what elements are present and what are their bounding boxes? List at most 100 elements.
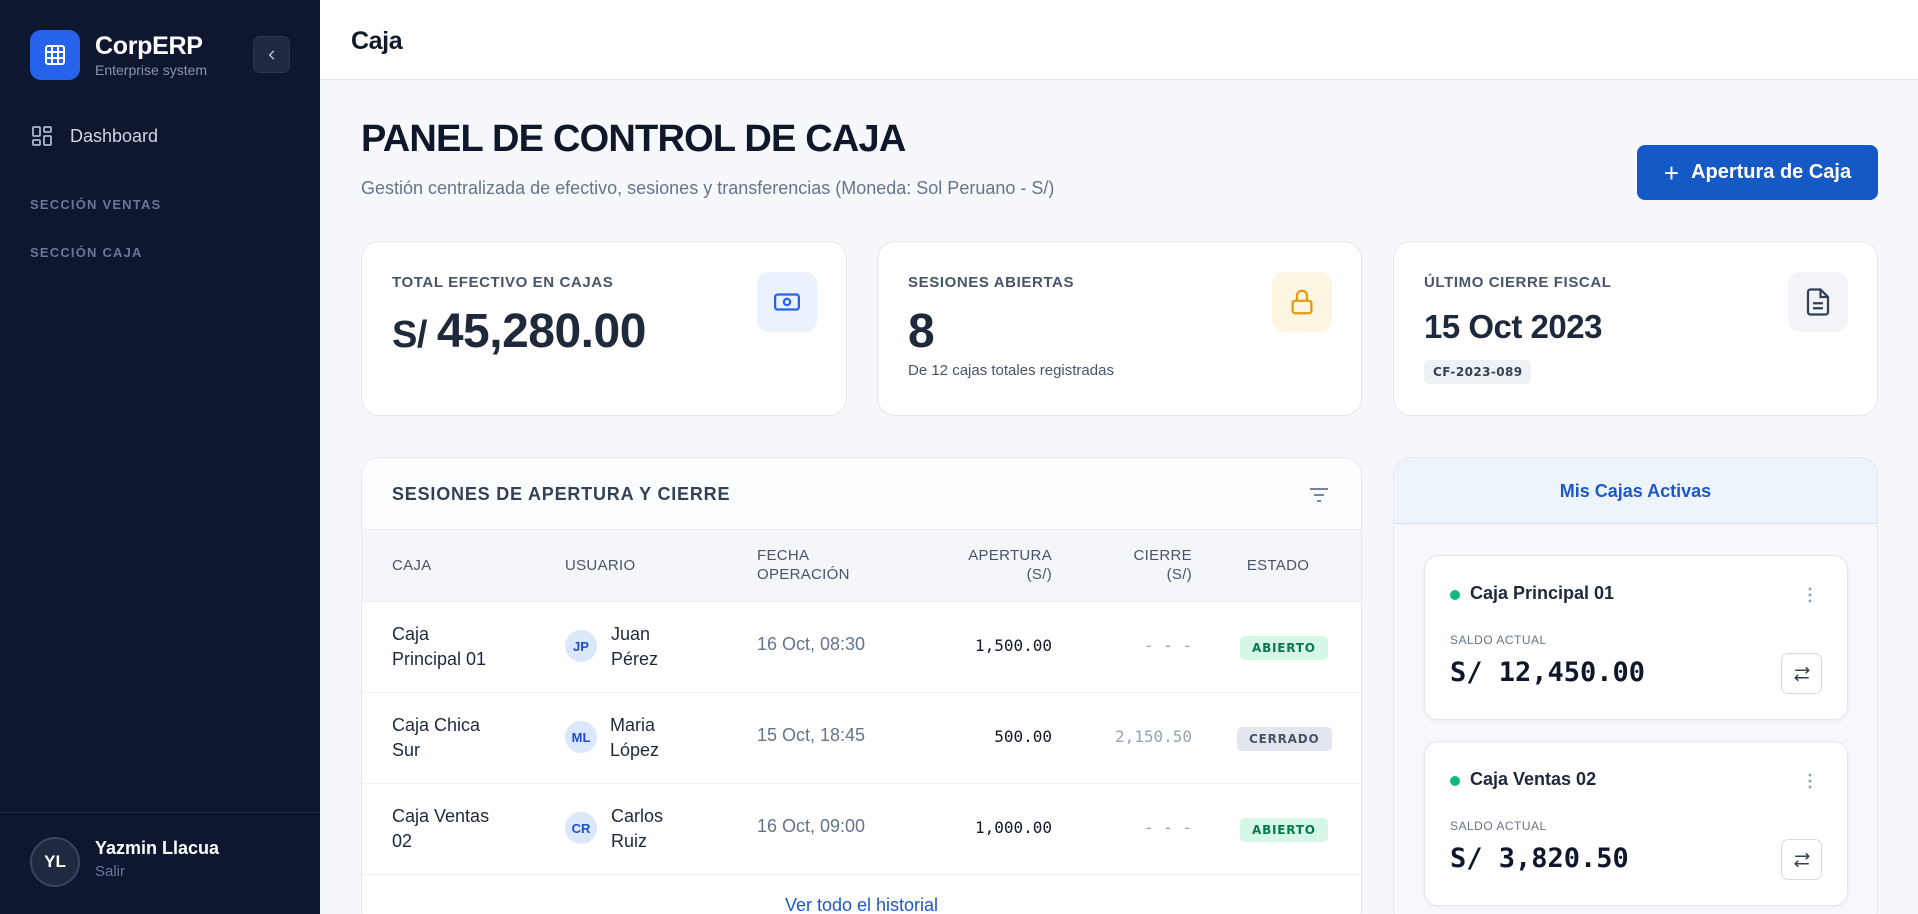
cell-cierre: 2,150.50 xyxy=(1114,727,1192,746)
page-subtitle: Gestión centralizada de efectivo, sesion… xyxy=(361,178,1055,198)
sidebar: CorpERP Enterprise system Dashboard SECC… xyxy=(0,0,320,914)
sidebar-item-label: Dashboard xyxy=(70,125,159,146)
cell-fecha: 15 Oct, 18:45 xyxy=(757,725,866,745)
column-cierre[interactable]: CIERRE (S/) xyxy=(1072,546,1192,584)
sessions-table: SESIONES DE APERTURA Y CIERRE CAJA USUAR… xyxy=(361,457,1362,914)
cell-caja: Caja Principal 01 xyxy=(392,622,486,672)
active-boxes-panel: Mis Cajas Activas Caja Principal 01 SALD… xyxy=(1393,457,1878,914)
column-apertura[interactable]: APERTURA (S/) xyxy=(932,546,1052,584)
box-name: Caja Ventas 02 xyxy=(1470,769,1597,789)
logout-link[interactable]: Salir xyxy=(95,863,125,880)
cell-apertura: 500.00 xyxy=(994,727,1052,746)
cell-text: 02 xyxy=(392,831,413,851)
stat-value: S/ 45,280.00 xyxy=(392,304,646,359)
topbar: Caja xyxy=(320,0,1918,80)
cell-text: Juan xyxy=(611,624,651,644)
cell-caja: Caja Ventas 02 xyxy=(392,804,489,854)
cell-text: López xyxy=(610,740,660,760)
cell-usuario: Juan Pérez xyxy=(611,622,658,672)
column-estado[interactable]: ESTADO xyxy=(1222,556,1334,575)
stat-label: SESIONES ABIERTAS xyxy=(908,274,1075,291)
open-cash-label: Apertura de Caja xyxy=(1691,161,1852,183)
column-usuario[interactable]: USUARIO xyxy=(565,556,635,575)
column-label: (S/) xyxy=(1166,566,1192,583)
document-icon xyxy=(1788,272,1848,332)
brand-subtitle: Enterprise system xyxy=(95,62,208,78)
cell-text: Caja xyxy=(392,624,430,644)
collapse-sidebar-button[interactable] xyxy=(253,36,290,73)
stat-label: TOTAL EFECTIVO EN CAJAS xyxy=(392,274,614,291)
table-row[interactable]: Caja Chica Sur ML Maria López 15 Oct, 18… xyxy=(362,693,1361,784)
more-vertical-icon[interactable] xyxy=(1807,772,1813,795)
box-card[interactable]: Caja Principal 01 SALDO ACTUAL S/ 12,450… xyxy=(1424,555,1848,720)
stat-card-last-close: ÚLTIMO CIERRE FISCAL 15 Oct 2023 CF-2023… xyxy=(1393,241,1878,416)
user-profile: YL Yazmin Llacua Salir xyxy=(0,812,320,914)
cell-text: Caja Ventas xyxy=(392,806,490,826)
plus-icon: + xyxy=(1663,157,1680,188)
cell-text: Ruiz xyxy=(611,831,648,851)
cell-apertura: 1,000.00 xyxy=(974,818,1052,837)
open-cash-button[interactable]: + Apertura de Caja xyxy=(1637,145,1878,200)
table-row[interactable]: Caja Ventas 02 CR Carlos Ruiz 16 Oct, 09… xyxy=(362,784,1361,875)
box-name: Caja Principal 01 xyxy=(1470,583,1615,603)
user-avatar: ML xyxy=(565,721,597,753)
transfer-button[interactable] xyxy=(1781,653,1822,694)
cell-text: Sur xyxy=(392,740,421,760)
column-label: CIERRE xyxy=(1133,547,1192,564)
box-balance-label: SALDO ACTUAL xyxy=(1450,633,1547,647)
transfer-icon xyxy=(1793,852,1810,867)
column-label: OPERACIÓN xyxy=(757,566,850,583)
sessions-header: SESIONES DE APERTURA Y CIERRE xyxy=(362,458,1361,530)
status-badge: ABIERTO xyxy=(1240,818,1328,842)
sidebar-section-ventas[interactable]: SECCIÓN VENTAS xyxy=(30,197,161,212)
building-icon xyxy=(30,30,80,80)
topbar-title: Caja xyxy=(351,27,403,55)
status-badge: ABIERTO xyxy=(1240,636,1328,660)
stat-card-open-sessions: SESIONES ABIERTAS 8 De 12 cajas totales … xyxy=(877,241,1362,416)
cash-icon xyxy=(757,272,817,332)
sessions-title: SESIONES DE APERTURA Y CIERRE xyxy=(392,484,731,504)
fiscal-close-code: CF-2023-089 xyxy=(1424,360,1532,384)
avatar[interactable]: YL xyxy=(30,837,80,887)
brand[interactable]: CorpERP Enterprise system xyxy=(30,30,207,80)
view-all-history-link[interactable]: Ver todo el historial xyxy=(362,895,1361,914)
stat-value: 8 xyxy=(908,305,935,358)
cell-cierre: - - - xyxy=(1143,636,1192,655)
sidebar-section-caja[interactable]: SECCIÓN CAJA xyxy=(30,245,143,260)
status-badge: CERRADO xyxy=(1237,727,1332,751)
stat-note: De 12 cajas totales registradas xyxy=(908,362,1114,379)
status-dot xyxy=(1450,590,1460,600)
filter-icon[interactable] xyxy=(1307,483,1331,512)
active-boxes-tab[interactable]: Mis Cajas Activas xyxy=(1394,458,1877,524)
transfer-button[interactable] xyxy=(1781,839,1822,880)
cell-text: Maria xyxy=(610,715,656,735)
cell-apertura: 1,500.00 xyxy=(974,636,1052,655)
sidebar-item-dashboard[interactable]: Dashboard xyxy=(30,124,158,148)
column-fecha[interactable]: FECHA OPERACIÓN xyxy=(757,546,850,584)
column-label: APERTURA xyxy=(968,547,1052,564)
page-title: PANEL DE CONTROL DE CAJA xyxy=(361,118,906,160)
cell-fecha: 16 Oct, 08:30 xyxy=(757,634,866,654)
stat-amount: 45,280.00 xyxy=(436,305,647,358)
box-card[interactable]: Caja Ventas 02 SALDO ACTUAL S/ 3,820.50 xyxy=(1424,741,1848,906)
cell-text: Pérez xyxy=(611,649,659,669)
cell-usuario: Carlos Ruiz xyxy=(611,804,663,854)
column-label: FECHA xyxy=(757,547,810,564)
column-caja[interactable]: CAJA xyxy=(392,556,432,575)
box-balance-value: S/ 3,820.50 xyxy=(1450,843,1629,874)
cell-caja: Caja Chica Sur xyxy=(392,713,480,763)
stat-value: 15 Oct 2023 xyxy=(1424,308,1602,345)
chevron-left-icon xyxy=(268,49,274,60)
cell-usuario: Maria López xyxy=(610,713,659,763)
cell-fecha: 16 Oct, 09:00 xyxy=(757,816,866,836)
box-balance-label: SALDO ACTUAL xyxy=(1450,819,1547,833)
stat-label: ÚLTIMO CIERRE FISCAL xyxy=(1424,274,1612,291)
lock-icon xyxy=(1272,272,1332,332)
cell-text: Principal 01 xyxy=(392,649,487,669)
currency-symbol: S/ xyxy=(392,314,427,356)
stat-card-total-cash: TOTAL EFECTIVO EN CAJAS S/ 45,280.00 xyxy=(361,241,847,416)
table-row[interactable]: Caja Principal 01 JP Juan Pérez 16 Oct, … xyxy=(362,602,1361,693)
column-label: (S/) xyxy=(1026,566,1052,583)
more-vertical-icon[interactable] xyxy=(1807,586,1813,609)
status-dot xyxy=(1450,776,1460,786)
